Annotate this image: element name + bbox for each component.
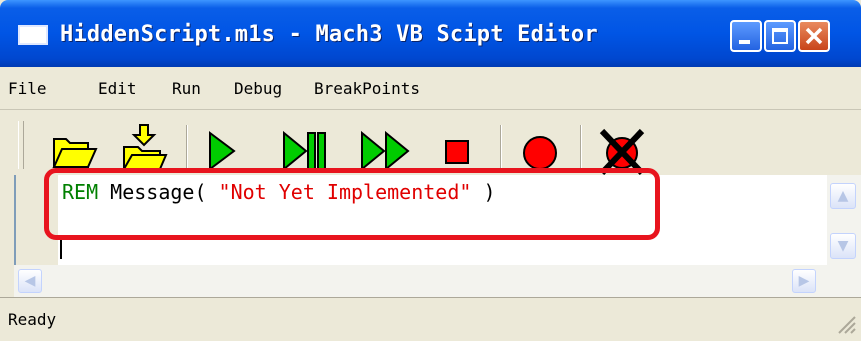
close-button[interactable]: [798, 20, 830, 52]
title-bar[interactable]: HiddenScript.m1s - Mach3 VB Scipt Editor: [0, 0, 861, 67]
chevron-right-icon: ▶: [798, 273, 810, 289]
editor-window: HiddenScript.m1s - Mach3 VB Scipt Editor…: [0, 0, 861, 341]
chevron-down-icon: ▼: [837, 238, 849, 254]
minimize-button[interactable]: [730, 20, 762, 52]
maximize-button[interactable]: [764, 20, 796, 52]
scroll-left-button[interactable]: ◀: [18, 269, 42, 293]
toolbar: [14, 113, 861, 175]
menu-file[interactable]: File: [8, 79, 47, 98]
chevron-up-icon: ▲: [837, 188, 849, 204]
toolbar-separator: [580, 125, 582, 169]
menu-run[interactable]: Run: [172, 79, 201, 98]
scroll-right-button[interactable]: ▶: [792, 269, 816, 293]
minimize-icon: [739, 40, 750, 44]
menu-edit[interactable]: Edit: [98, 79, 137, 98]
window-title: HiddenScript.m1s - Mach3 VB Scipt Editor: [60, 22, 598, 47]
close-icon: [805, 27, 823, 45]
status-bar: Ready: [0, 297, 861, 341]
maximize-icon: [772, 28, 788, 44]
menu-debug[interactable]: Debug: [234, 79, 282, 98]
app-icon: [18, 25, 48, 45]
scroll-up-button[interactable]: ▲: [830, 183, 856, 209]
toolbar-separator: [500, 125, 502, 169]
scroll-down-button[interactable]: ▼: [830, 233, 856, 259]
menu-bar: File Edit Run Debug BreakPoints: [0, 67, 861, 110]
status-text: Ready: [8, 310, 57, 329]
horizontal-scrollbar[interactable]: ◀ ▶: [14, 265, 861, 297]
toolbar-grip[interactable]: [18, 121, 24, 169]
vertical-scrollbar[interactable]: ▲ ▼: [827, 175, 861, 265]
toolbar-separator: [186, 125, 188, 169]
highlight-annotation-box: [44, 168, 660, 240]
chevron-left-icon: ◀: [24, 273, 36, 289]
menu-breakpoints[interactable]: BreakPoints: [314, 79, 420, 98]
resize-grip-icon[interactable]: [835, 313, 857, 335]
